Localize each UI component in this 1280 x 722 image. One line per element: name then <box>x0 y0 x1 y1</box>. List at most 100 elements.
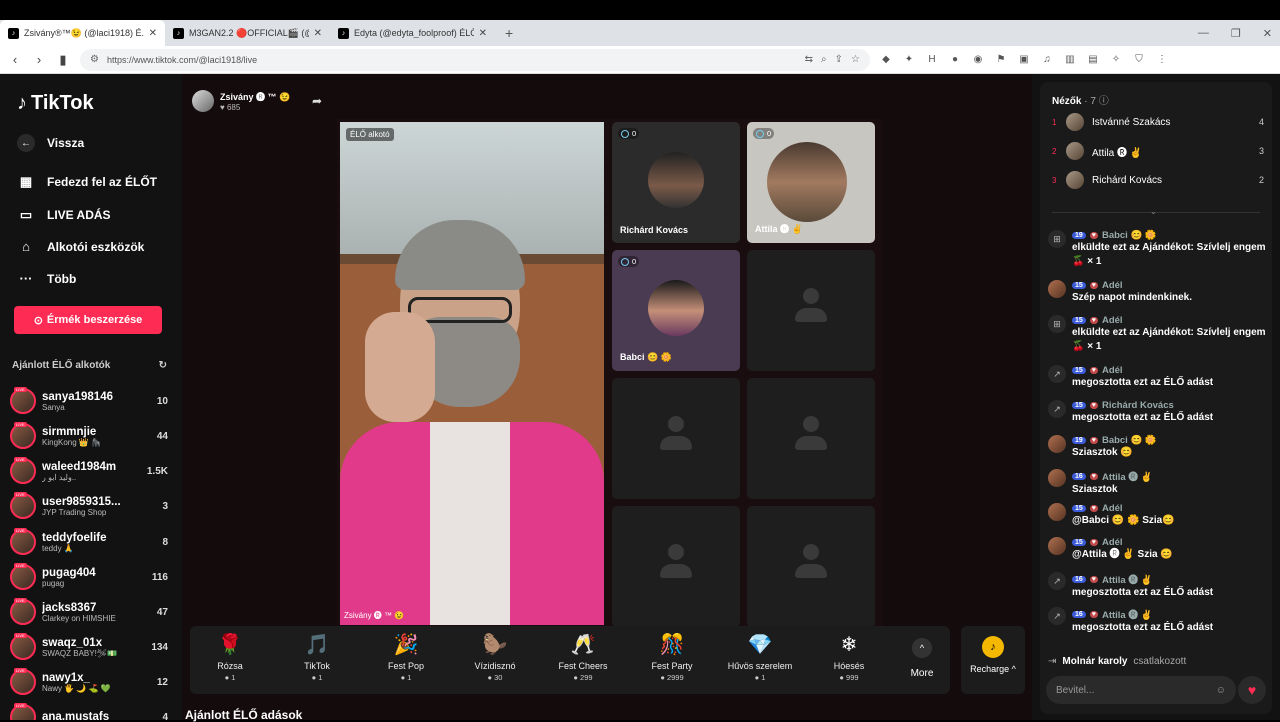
viewers-header[interactable]: Nézők · 7 ⓘ <box>1052 92 1109 107</box>
back-button[interactable]: ← Vissza <box>17 134 84 152</box>
creator-item[interactable]: LIVE ana.mustafs 4 <box>10 701 168 720</box>
empty-seat[interactable] <box>747 506 875 627</box>
forward-arrow-icon[interactable]: › <box>32 52 46 67</box>
creator-item[interactable]: LIVE sanya198146 Sanya 10 <box>10 385 168 417</box>
host-info[interactable]: Zsivány 🅡 ™ 😉 ♥ 685 <box>192 90 290 112</box>
creator-item[interactable]: LIVE sirmmnjie KingKong 👑 🦍 44 <box>10 420 168 452</box>
avatar[interactable] <box>192 90 214 112</box>
creator-tools-link[interactable]: ⌂ Alkotói eszközök <box>17 239 144 254</box>
close-tab-icon[interactable]: ✕ <box>314 28 322 39</box>
host-video[interactable]: ÉLŐ alkotó Zsivány 🅡 ™ 😉 <box>340 122 604 625</box>
chat-message[interactable]: ⊞ 19 ♥ Babci 😊 🌼 elküldte ezt az Ajándékot: … <box>1048 230 1266 269</box>
get-coins-button[interactable]: ⊙ Érmék beszerzése <box>14 306 162 334</box>
guest-tile[interactable]: 0 Attila 🅡 ✌ <box>747 122 875 243</box>
gift-item[interactable]: 🎵 TikTok ● 1 <box>282 632 352 682</box>
creator-item[interactable]: LIVE swaqz_01x SWAQZ BABY!🛩💵 134 <box>10 631 168 663</box>
extension-icon[interactable]: H <box>926 54 938 65</box>
extension-icon[interactable]: ♫ <box>1041 54 1053 65</box>
creator-item[interactable]: LIVE waleed1984m وليد ابو ر.. 1.5K <box>10 455 168 487</box>
gift-item[interactable]: 🎊 Fest Party ● 2999 <box>637 632 707 682</box>
back-arrow-icon[interactable]: ‹ <box>8 52 22 67</box>
gift-item[interactable]: ❄ Hóesés ● 999 <box>814 632 884 682</box>
site-info-icon[interactable]: ⚙ <box>90 54 99 65</box>
share-icon[interactable]: ⇪ <box>835 54 843 65</box>
share-arrow-icon[interactable]: ➦ <box>312 94 322 108</box>
chat-message[interactable]: 19 ♥ Babci 😊 🌼 Sziasztok 😊 <box>1048 435 1266 460</box>
coin-icon: ♪ <box>982 636 1004 658</box>
extension-icon[interactable]: ● <box>949 54 961 65</box>
empty-seat[interactable] <box>747 378 875 499</box>
creator-item[interactable]: LIVE nawy1x_ Nawy 🖐 🌙 ⛳ 💚 12 <box>10 666 168 698</box>
gift-item[interactable]: 🥂 Fest Cheers ● 299 <box>548 632 618 682</box>
minimize-icon[interactable]: — <box>1198 27 1209 39</box>
like-heart-button[interactable]: ♥ <box>1238 676 1266 704</box>
camera-icon: ▭ <box>19 207 33 222</box>
tiktok-logo[interactable]: ♪ TikTok <box>17 92 94 115</box>
browser-tab-3[interactable]: ♪Edyta (@edyta_foolproof) ÉLŐ ad...✕ <box>330 20 495 46</box>
restore-icon[interactable]: ❐ <box>1231 27 1241 40</box>
creator-item[interactable]: LIVE jacks8367 Clarkey on HIMSHIE 47 <box>10 596 168 628</box>
guest-tile[interactable]: 0 Babci 😊 🌼 <box>612 250 740 371</box>
shield-icon[interactable]: ⛉ <box>1133 54 1145 65</box>
avatar: LIVE <box>10 668 36 695</box>
more-gifts-button[interactable]: ^ More <box>902 638 942 679</box>
browser-tab-2[interactable]: ♪M3GAN2.2 🔴OFFICIAL🎬 (@m3g...✕ <box>165 20 330 46</box>
explore-live-link[interactable]: ▦ Fedezd fel az ÉLŐT <box>17 174 157 190</box>
menu-dots-icon[interactable]: ⋮ <box>1156 54 1168 65</box>
copilot-icon[interactable]: ✧ <box>1110 54 1122 65</box>
party-popper-icon: 🎉 <box>393 634 419 656</box>
creator-item[interactable]: LIVE teddyfoelife teddy 🙏 8 <box>10 526 168 558</box>
extensions-bar: ◆ ✦ H ● ◉ ⚑ ▣ ♫ ▥ ▤ ✧ ⛉ ⋮ <box>880 54 1168 65</box>
wallet-icon[interactable]: ▤ <box>1087 54 1099 65</box>
empty-seat[interactable] <box>747 250 875 371</box>
more-link[interactable]: ··· Több <box>17 271 77 286</box>
translate-icon[interactable]: ⇆ <box>805 54 813 65</box>
extension-icon[interactable]: ▣ <box>1018 54 1030 65</box>
chat-message[interactable]: ↗ 16 ♥ Attila 🅡 ✌ megosztotta ezt az ÉLŐ adá… <box>1048 607 1266 635</box>
close-tab-icon[interactable]: ✕ <box>149 28 157 39</box>
chat-message[interactable]: ↗ 15 ♥ Adél megosztotta ezt az ÉLŐ adást <box>1048 365 1266 390</box>
emoji-icon[interactable]: ☺ <box>1216 685 1226 696</box>
close-tab-icon[interactable]: ✕ <box>479 28 487 39</box>
star-icon[interactable]: ☆ <box>851 54 860 65</box>
chat-message[interactable]: ↗ 16 ♥ Attila 🅡 ✌ megosztotta ezt az ÉLŐ adá… <box>1048 572 1266 600</box>
viewer-item[interactable]: 2 Attila 🅡 ✌ 3 <box>1052 141 1264 161</box>
creator-item[interactable]: LIVE user9859315... JYP Trading Shop 3 <box>10 490 168 522</box>
close-window-icon[interactable]: ✕ <box>1263 27 1272 40</box>
extension-icon[interactable]: ⚑ <box>995 54 1007 65</box>
chat-message[interactable]: 15 ♥ Adél @Babci 😊 🌼 Szia😊 <box>1048 503 1266 528</box>
chat-message[interactable]: ⊞ 15 ♥ Adél elküldte ezt az Ajándékot: Szívl… <box>1048 315 1266 354</box>
chevron-down-icon[interactable]: ⌄ <box>1150 207 1157 216</box>
extension-icon[interactable]: ◉ <box>972 54 984 65</box>
gift-item[interactable]: 🦫 Vízidisznó ● 30 <box>460 632 530 682</box>
gift-item[interactable]: 💎 Hűvös szerelem ● 1 <box>725 632 795 682</box>
avatar: LIVE <box>10 422 36 449</box>
browser-tab-1[interactable]: ♪ Zsivány®™😉 (@laci1918) É... ✕ <box>0 20 165 46</box>
sidebar-icon[interactable]: ▥ <box>1064 54 1076 65</box>
refresh-icon[interactable]: ↻ <box>159 360 167 371</box>
zoom-icon[interactable]: ⌕ <box>821 54 827 65</box>
guest-avatar <box>648 152 704 208</box>
new-tab-button[interactable]: + <box>495 20 523 46</box>
empty-seat[interactable] <box>612 506 740 627</box>
address-bar[interactable]: ⚙ https://www.tiktok.com/@laci1918/live … <box>80 48 870 71</box>
guest-badge: 0 <box>618 256 640 267</box>
chat-input[interactable]: Bevitel... ☺ <box>1046 676 1236 704</box>
chat-message[interactable]: ↗ 15 ♥ Richárd Kovács megosztotta ezt az ÉLŐ… <box>1048 400 1266 425</box>
chat-message[interactable]: 16 ♥ Attila 🅡 ✌ Sziasztok <box>1048 469 1266 497</box>
bookmark-icon[interactable]: ▮ <box>56 52 70 68</box>
chat-message[interactable]: 15 ♥ Adél Szép napot mindenkinek. <box>1048 280 1266 305</box>
chat-message[interactable]: 15 ♥ Adél @Attila 🅡 ✌ Szia 😊 <box>1048 537 1266 562</box>
browser-tab-strip: ♪ Zsivány®™😉 (@laci1918) É... ✕ ♪ M3GAN2.2 … <box>0 20 1280 46</box>
guest-tile[interactable]: 0 Richárd Kovács <box>612 122 740 243</box>
viewer-item[interactable]: 3 Richárd Kovács 2 <box>1052 170 1264 190</box>
creator-item[interactable]: LIVE pugag404 pugag 116 <box>10 561 168 593</box>
extension-icon[interactable]: ✦ <box>903 54 915 65</box>
viewer-item[interactable]: 1 Istvánné Szakács 4 <box>1052 112 1264 132</box>
live-link[interactable]: ▭ LIVE ADÁS <box>17 207 111 223</box>
recharge-button[interactable]: ♪ Recharge ^ <box>961 626 1025 694</box>
gift-item[interactable]: 🌹 Rózsa ● 1 <box>195 632 265 682</box>
extension-icon[interactable]: ◆ <box>880 54 892 65</box>
gift-item[interactable]: 🎉 Fest Pop ● 1 <box>371 632 441 682</box>
empty-seat[interactable] <box>612 378 740 499</box>
